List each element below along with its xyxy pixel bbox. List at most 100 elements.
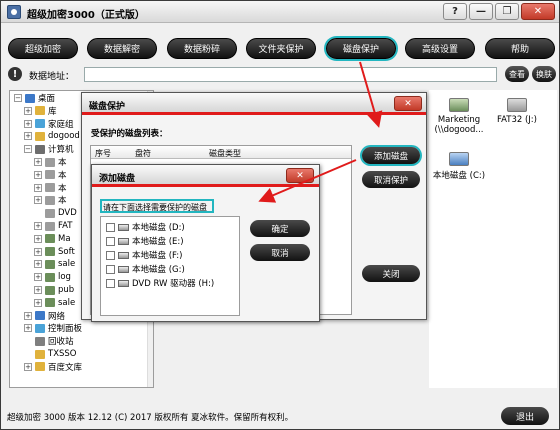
view-button[interactable]: 查看 — [505, 66, 529, 82]
tree-item[interactable]: + 百度文库 — [24, 361, 82, 373]
folder-icon — [45, 234, 55, 244]
ok-button[interactable]: 确定 — [250, 220, 310, 237]
close-button[interactable]: ✕ — [521, 3, 555, 20]
folder-icon — [35, 362, 45, 372]
address-input[interactable] — [84, 67, 497, 82]
expand-icon[interactable]: + — [24, 324, 32, 333]
toolbar-disk-protect-button[interactable]: 磁盘保护 — [326, 38, 396, 59]
toolbar: 超级加密 数据解密 数据粉碎 文件夹保护 磁盘保护 高级设置 帮助 — [1, 35, 559, 61]
column-index[interactable]: 序号 — [95, 148, 111, 159]
collapse-icon[interactable]: − — [24, 145, 32, 154]
tree-item-label: sale — [58, 297, 76, 308]
minimize-button[interactable]: — — [469, 3, 493, 20]
tree-item[interactable]: + 库 — [24, 105, 57, 117]
expand-icon[interactable]: + — [34, 222, 42, 230]
tree-item[interactable]: + sale — [34, 258, 75, 270]
exit-button[interactable]: 退出 — [501, 407, 549, 425]
checkbox[interactable] — [106, 250, 115, 260]
disk-check-row[interactable]: DVD RW 驱动器 (H:) — [106, 277, 214, 289]
toolbar-decrypt-button[interactable]: 数据解密 — [87, 38, 157, 59]
help-title-button[interactable]: ? — [443, 3, 467, 20]
disk-check-row[interactable]: 本地磁盘 (F:) — [106, 249, 182, 261]
tree-item[interactable]: + log — [34, 271, 71, 283]
dialog-close-button[interactable]: ✕ — [286, 168, 314, 183]
info-icon: ! — [8, 67, 22, 81]
drive-item[interactable]: 本地磁盘 (C:) — [429, 152, 489, 181]
maximize-button[interactable]: ❐ — [495, 3, 519, 20]
tree-item[interactable]: + sale — [34, 297, 75, 309]
expand-icon[interactable]: + — [34, 260, 42, 269]
tree-item[interactable]: + 本 — [34, 194, 67, 206]
folder-icon — [45, 208, 55, 218]
tree-item[interactable]: + dogood — [24, 130, 80, 142]
disk-label: 本地磁盘 (F:) — [132, 251, 183, 261]
column-disk-type[interactable]: 磁盘类型 — [209, 148, 241, 159]
tree-item[interactable]: + 家庭组 — [24, 118, 74, 130]
toolbar-encrypt-button[interactable]: 超级加密 — [8, 38, 78, 59]
dialog-close-button[interactable]: ✕ — [394, 96, 422, 111]
folder-icon — [35, 311, 45, 321]
dialog-title: 添加磁盘 — [99, 174, 136, 184]
expand-icon[interactable]: + — [34, 158, 42, 166]
disk-check-row[interactable]: 本地磁盘 (D:) — [106, 221, 185, 233]
tree-item[interactable]: TXSSO — [24, 348, 77, 360]
tree-item[interactable]: + 本 — [34, 182, 67, 194]
expand-icon[interactable]: + — [34, 170, 42, 179]
expand-icon[interactable]: + — [24, 106, 32, 115]
toolbar-shred-button[interactable]: 数据粉碎 — [167, 38, 237, 59]
expand-icon[interactable]: + — [34, 183, 42, 192]
tree-item[interactable]: − 桌面 — [14, 92, 55, 104]
tree-item-label: 网络 — [48, 311, 66, 322]
disk-check-row[interactable]: 本地磁盘 (G:) — [106, 263, 185, 275]
tree-item[interactable]: DVD — [34, 207, 77, 219]
tree-item[interactable]: + FAT — [34, 220, 72, 232]
checkbox[interactable] — [106, 278, 115, 288]
column-drive-letter[interactable]: 盘符 — [135, 148, 151, 159]
tree-item[interactable]: + 本 — [34, 169, 67, 181]
expand-icon[interactable]: + — [34, 298, 42, 307]
folder-icon — [35, 323, 45, 333]
expand-icon[interactable]: + — [34, 247, 42, 256]
expand-icon[interactable]: + — [34, 234, 42, 243]
disk-icon — [118, 223, 129, 231]
expand-icon[interactable]: + — [24, 132, 32, 141]
disk-select-list[interactable]: 本地磁盘 (D:) 本地磁盘 (E:) 本地磁盘 (F:) 本地磁盘 (G:) … — [100, 216, 240, 316]
skin-button[interactable]: 换肤 — [532, 66, 556, 82]
drive-item[interactable]: Marketing (\\dogood... — [429, 98, 489, 135]
expand-icon[interactable]: + — [24, 119, 32, 128]
tree-item[interactable]: − 计算机 — [24, 143, 74, 155]
tree-item[interactable]: + pub — [34, 284, 74, 296]
tree-item[interactable]: + 控制面板 — [24, 322, 82, 334]
cancel-button[interactable]: 取消 — [250, 244, 310, 261]
disk-icon — [118, 237, 129, 245]
toolbar-advanced-button[interactable]: 高级设置 — [405, 38, 475, 59]
checkbox[interactable] — [106, 264, 115, 274]
checkbox[interactable] — [106, 236, 115, 246]
expand-icon[interactable]: + — [24, 362, 32, 371]
disk-check-row[interactable]: 本地磁盘 (E:) — [106, 235, 184, 247]
tree-item[interactable]: + Ma — [34, 233, 71, 245]
checkbox[interactable] — [106, 222, 115, 232]
collapse-icon[interactable]: − — [14, 94, 22, 102]
network-drive-icon — [449, 98, 469, 112]
tree-item[interactable]: + 网络 — [24, 310, 65, 322]
tree-item-label: 计算机 — [48, 145, 74, 156]
expand-icon[interactable]: + — [34, 286, 42, 294]
expand-icon[interactable]: + — [34, 196, 42, 205]
close-dialog-button[interactable]: 关闭 — [362, 265, 420, 282]
protected-list-label: 受保护的磁盘列表： — [91, 129, 168, 139]
folder-icon — [35, 106, 45, 116]
drive-item[interactable]: FAT32 (J:) — [487, 98, 547, 125]
tree-item[interactable]: + Soft — [34, 246, 75, 258]
folder-icon — [35, 336, 45, 346]
add-disk-button[interactable]: 添加磁盘 — [362, 147, 420, 164]
tree-item[interactable]: 回收站 — [24, 335, 74, 347]
tree-item[interactable]: + 本 — [34, 156, 67, 168]
toolbar-help-button[interactable]: 帮助 — [485, 38, 555, 59]
toolbar-folder-protect-button[interactable]: 文件夹保护 — [246, 38, 316, 59]
cancel-protect-button[interactable]: 取消保护 — [362, 171, 420, 188]
expand-icon[interactable]: + — [34, 273, 42, 282]
tree-item-label: pub — [58, 285, 75, 295]
tree-item-label: 本 — [58, 170, 67, 181]
expand-icon[interactable]: + — [24, 311, 32, 320]
